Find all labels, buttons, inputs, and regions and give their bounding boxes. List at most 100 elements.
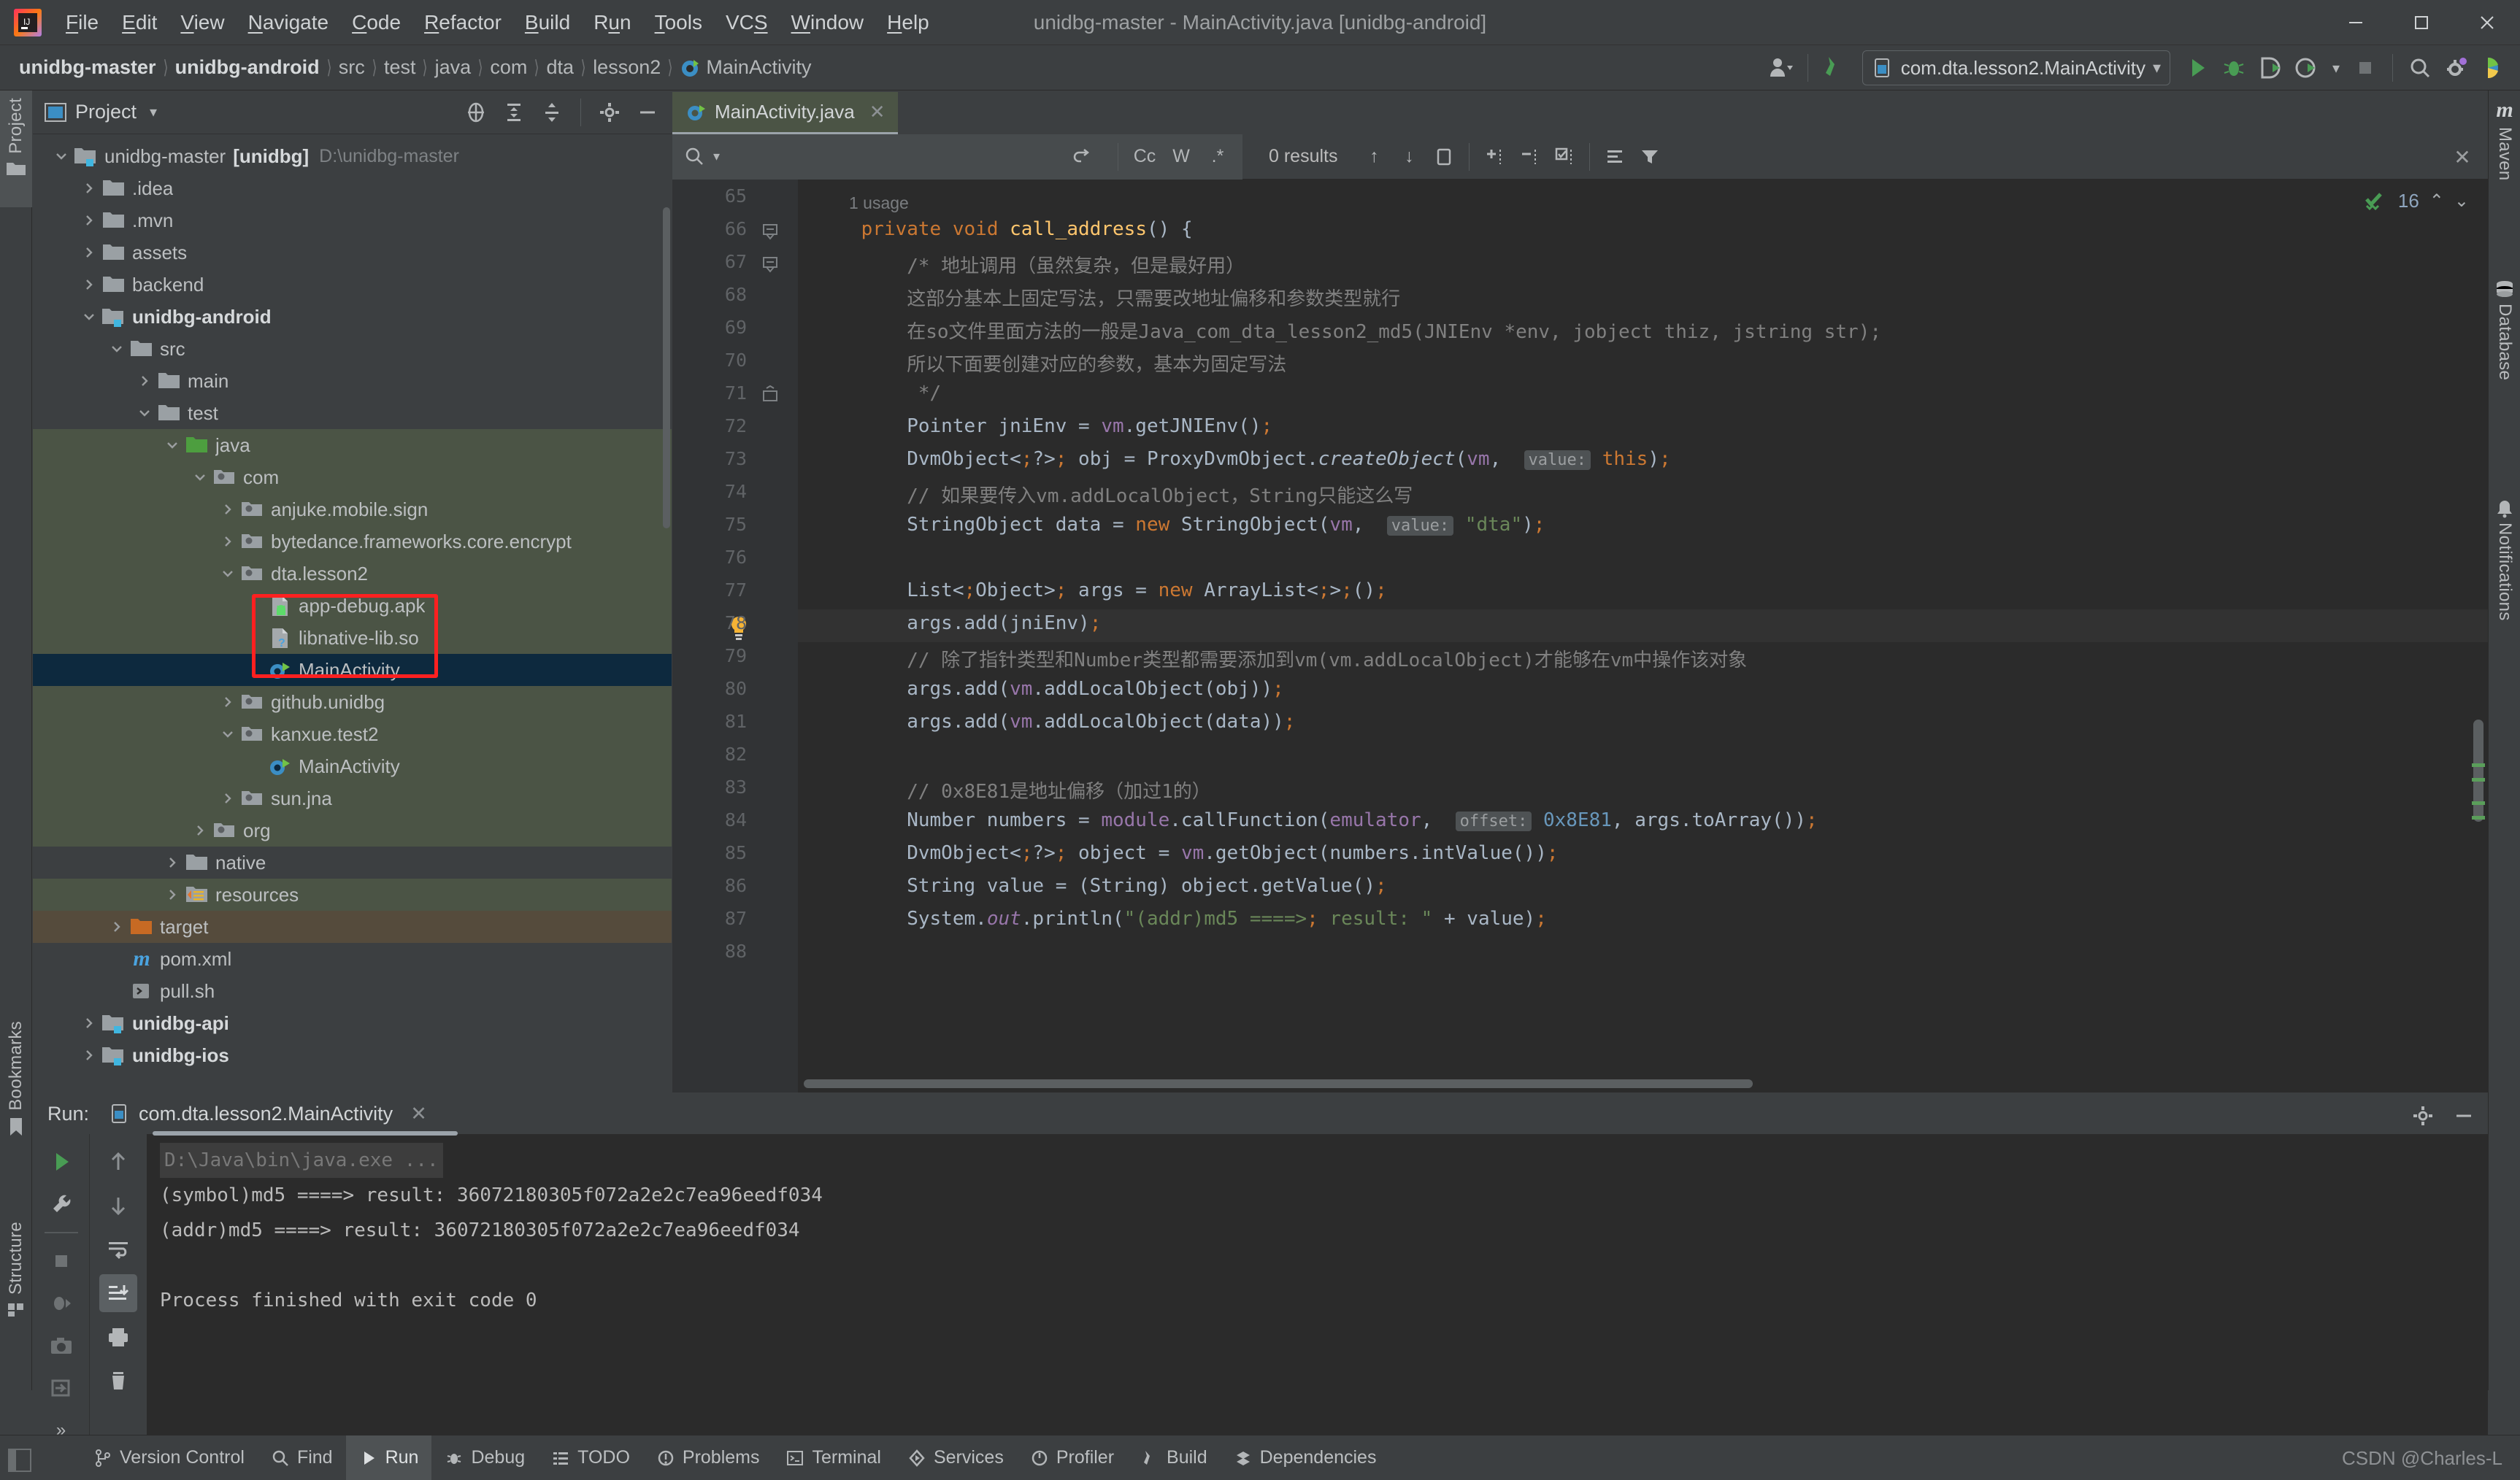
- run-with-coverage-icon[interactable]: [2254, 51, 2287, 85]
- menu-item-view[interactable]: View: [170, 8, 234, 37]
- fold-region-icon[interactable]: [760, 254, 782, 276]
- breadcrumb-item-5[interactable]: com: [485, 56, 531, 79]
- stop-icon[interactable]: [2348, 51, 2382, 85]
- chevron-right-icon[interactable]: [215, 791, 240, 806]
- run-configuration-selector[interactable]: com.dta.lesson2.MainActivity ▾: [1862, 50, 2170, 85]
- menu-item-code[interactable]: Code: [342, 8, 411, 37]
- code-line[interactable]: DvmObject<;?>; obj = ProxyDvmObject.crea…: [815, 448, 1671, 470]
- find-input-wrapper[interactable]: ▾: [672, 134, 1110, 180]
- settings-icon[interactable]: [2440, 51, 2473, 85]
- run-panel-actions[interactable]: [2406, 1099, 2481, 1133]
- collapse-all-icon[interactable]: [535, 96, 569, 129]
- rerun-icon[interactable]: [42, 1143, 80, 1181]
- remove-occurrence-icon[interactable]: [1512, 139, 1547, 174]
- tree-node-native[interactable]: native: [33, 847, 672, 879]
- chevron-right-icon[interactable]: [77, 277, 101, 292]
- usage-hint[interactable]: 1 usage: [849, 193, 909, 213]
- run-tab-close-icon[interactable]: ✕: [410, 1103, 427, 1125]
- chevron-down-icon[interactable]: [215, 727, 240, 741]
- bottom-tab-problems[interactable]: Problems: [643, 1435, 773, 1480]
- wrench-settings-icon[interactable]: [42, 1185, 80, 1223]
- down-arrow-icon[interactable]: [99, 1187, 137, 1225]
- sidebar-item-bookmarks[interactable]: Bookmarks: [0, 1014, 32, 1196]
- tree-node-unidbg-master[interactable]: unidbg-master[unidbg]D:\unidbg-master: [33, 140, 672, 172]
- code-line[interactable]: List<;Object>; args = new ArrayList<;>;(…: [815, 579, 1387, 601]
- inspection-widget[interactable]: 16 ⌃ ⌄: [2363, 188, 2469, 213]
- menu-bar[interactable]: FFileile Edit View Navigate Code Refacto…: [55, 8, 940, 37]
- bottom-tab-services[interactable]: Services: [894, 1435, 1017, 1480]
- tree-node-main[interactable]: main: [33, 365, 672, 397]
- build-hammer-icon[interactable]: [1818, 51, 1852, 85]
- menu-item-run[interactable]: Run: [583, 8, 641, 37]
- sidebar-item-maven[interactable]: m Maven: [2489, 90, 2520, 229]
- code-line[interactable]: Number numbers = module.callFunction(emu…: [815, 809, 1818, 831]
- stop-icon[interactable]: [42, 1242, 80, 1280]
- menu-item-refactor[interactable]: Refactor: [414, 8, 512, 37]
- menu-item-tools[interactable]: Tools: [645, 8, 712, 37]
- sidebar-item-database[interactable]: Database: [2489, 273, 2520, 455]
- code-line[interactable]: StringObject data = new StringObject(vm,…: [815, 514, 1545, 536]
- camera-icon[interactable]: [42, 1327, 80, 1365]
- chevron-down-icon[interactable]: ▾: [150, 103, 157, 121]
- code-line[interactable]: String value = (String) object.getValue(…: [815, 875, 1387, 897]
- status-tool-bar[interactable]: Version Control Find Run Debug TODO Prob…: [0, 1435, 2520, 1480]
- window-controls[interactable]: [2323, 0, 2520, 45]
- corner-layout-icon[interactable]: [7, 1448, 32, 1473]
- tree-node-anjuke-mobile-sign[interactable]: anjuke.mobile.sign: [33, 493, 672, 525]
- run-actions-column[interactable]: »: [33, 1134, 90, 1449]
- bottom-tab-profiler[interactable]: Profiler: [1017, 1435, 1127, 1480]
- menu-item-build[interactable]: Build: [515, 8, 580, 37]
- find-in-scope-icon[interactable]: [1597, 139, 1632, 174]
- tree-node-target[interactable]: target: [33, 911, 672, 943]
- code-line[interactable]: /* 地址调用（虽然复杂，但是最好用）: [815, 251, 1245, 278]
- chevron-right-icon[interactable]: [77, 1016, 101, 1030]
- chevron-down-icon[interactable]: [77, 309, 101, 324]
- tree-node-kanxue-test2[interactable]: kanxue.test2: [33, 718, 672, 750]
- tree-node-backend[interactable]: backend: [33, 269, 672, 301]
- fold-end-icon[interactable]: [760, 385, 782, 407]
- chevron-up-icon[interactable]: ⌃: [2429, 190, 2444, 212]
- console-actions-column[interactable]: [90, 1134, 147, 1449]
- find-options[interactable]: Cc W .*: [1110, 134, 1242, 180]
- words-button[interactable]: W: [1164, 139, 1199, 174]
- expand-all-icon[interactable]: [497, 96, 531, 129]
- run-tab[interactable]: com.dta.lesson2.MainActivity ✕: [108, 1103, 433, 1125]
- soft-wrap-icon[interactable]: [99, 1230, 137, 1268]
- chevron-right-icon[interactable]: [104, 920, 129, 934]
- editor-horizontal-scrollbar[interactable]: [804, 1079, 1753, 1088]
- code-line[interactable]: args.add(vm.addLocalObject(data));: [815, 711, 1295, 733]
- ide-assistant-icon[interactable]: [2476, 51, 2510, 85]
- breadcrumb[interactable]: unidbg-master ⟩ unidbg-android ⟩ src ⟩ t…: [15, 56, 815, 79]
- tree-node--idea[interactable]: .idea: [33, 172, 672, 204]
- select-all-occurrences-icon[interactable]: [1547, 139, 1582, 174]
- breadcrumb-item-2[interactable]: src: [334, 56, 369, 79]
- fold-start-icon[interactable]: [760, 221, 782, 243]
- tree-node-resources[interactable]: resources: [33, 879, 672, 911]
- console-output[interactable]: D:\Java\bin\java.exe ...(symbol)md5 ====…: [147, 1134, 2488, 1449]
- code-content[interactable]: 651 usage66 private void call_address() …: [798, 180, 2488, 1092]
- editor-scroll-thumb[interactable]: [2473, 720, 2483, 822]
- find-close-icon[interactable]: ✕: [2447, 142, 2478, 172]
- bottom-tab-build[interactable]: Build: [1127, 1435, 1221, 1480]
- settings-gear-icon[interactable]: [2406, 1099, 2440, 1133]
- tree-node-github-unidbg[interactable]: github.unidbg: [33, 686, 672, 718]
- match-case-button[interactable]: Cc: [1127, 139, 1162, 174]
- chevron-right-icon[interactable]: [215, 502, 240, 517]
- code-line[interactable]: // 如果要传入vm.addLocalObject，String只能这么写: [815, 481, 1413, 508]
- chevron-right-icon[interactable]: [132, 374, 157, 388]
- bottom-tab-debug[interactable]: Debug: [431, 1435, 538, 1480]
- chevron-right-icon[interactable]: [160, 887, 185, 902]
- code-line[interactable]: // 除了指针类型和Number类型都需要添加到vm(vm.addLocalOb…: [815, 645, 1747, 672]
- search-everywhere-icon[interactable]: [2403, 51, 2437, 85]
- breadcrumb-item-1[interactable]: unidbg-android: [171, 56, 324, 79]
- chevron-right-icon[interactable]: [160, 855, 185, 870]
- tree-node-mainactivity[interactable]: MainActivity: [33, 750, 672, 782]
- menu-item-navigate[interactable]: Navigate: [238, 8, 339, 37]
- sidebar-item-project[interactable]: Project: [0, 90, 32, 207]
- find-prev-button[interactable]: ↑: [1356, 139, 1391, 174]
- chevron-right-icon[interactable]: [77, 245, 101, 260]
- project-tree[interactable]: unidbg-master[unidbg]D:\unidbg-master.id…: [33, 134, 672, 1092]
- trash-icon[interactable]: [99, 1362, 137, 1400]
- bottom-tab-find[interactable]: Find: [258, 1435, 346, 1480]
- code-line[interactable]: args.add(vm.addLocalObject(obj));: [815, 678, 1284, 700]
